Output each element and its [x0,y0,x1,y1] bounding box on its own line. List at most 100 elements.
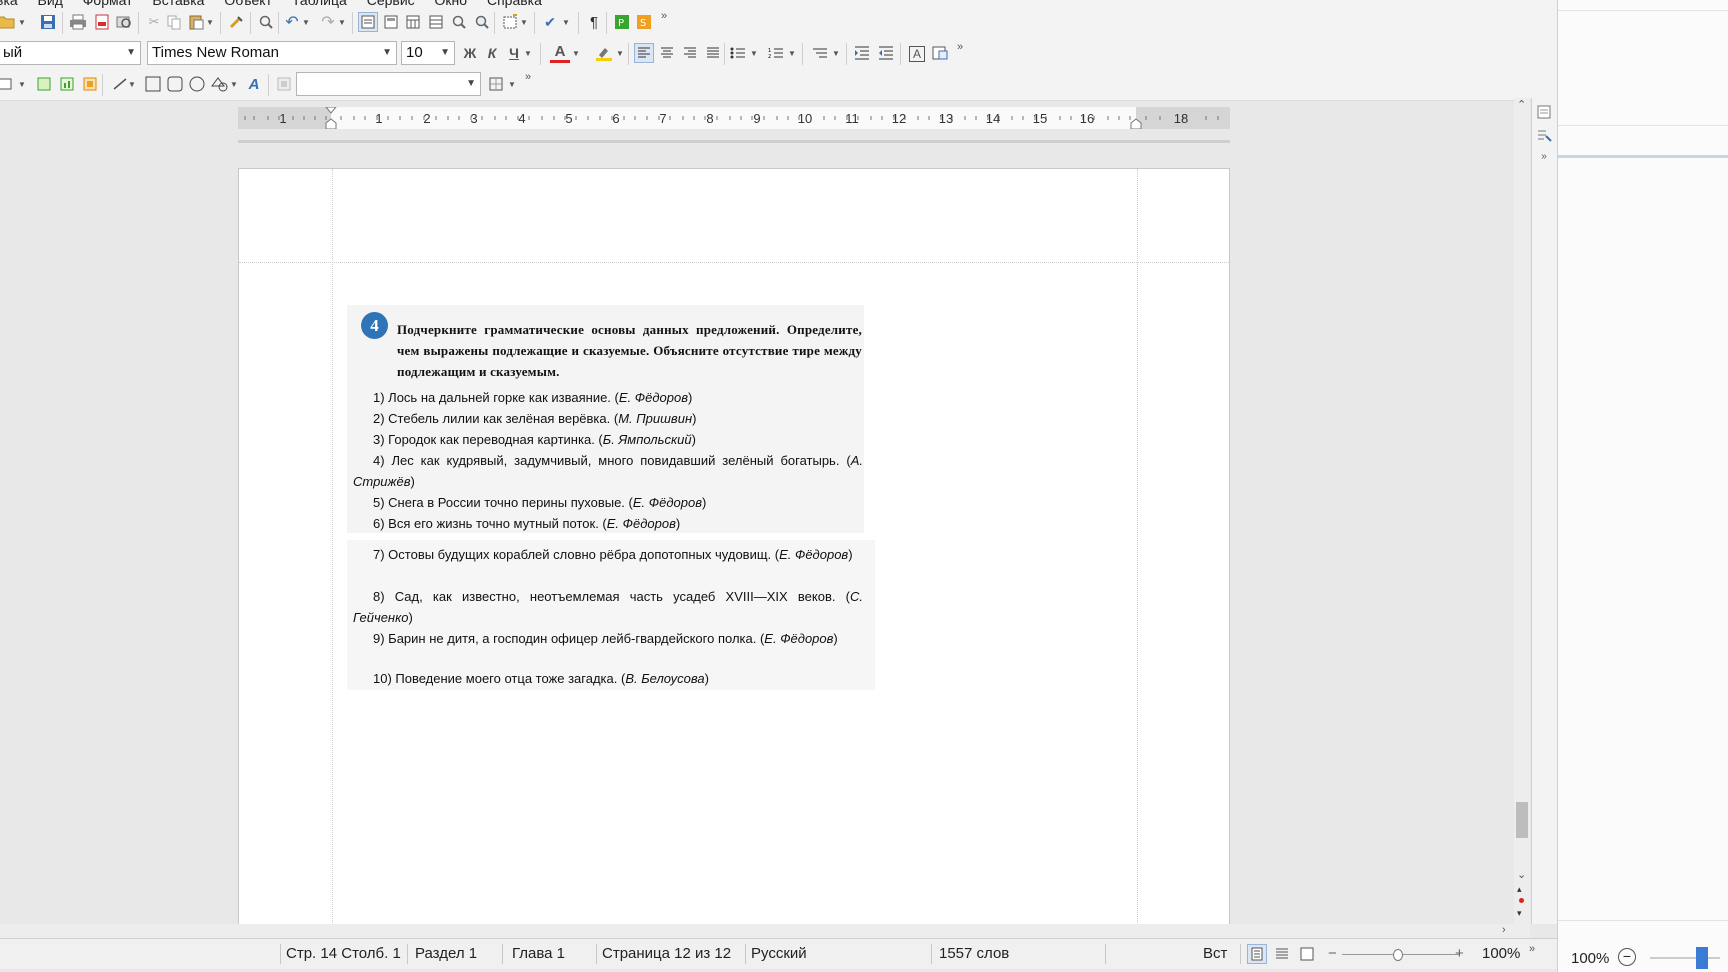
scanned-exercise-image-continued[interactable]: 7) Остовы будущих кораблей словно рёбра … [347,540,875,690]
clone-formatting-icon[interactable] [226,12,246,32]
decrease-indent-icon[interactable] [876,43,896,63]
save-icon[interactable] [38,12,58,32]
bold-button[interactable]: Ж [460,43,480,63]
highlight-icon[interactable] [594,43,614,63]
chapter-indicator[interactable]: Глава 1 [512,945,565,962]
multi-page-view-icon[interactable] [1272,944,1292,964]
insert-box-icon[interactable] [0,74,14,94]
cut-icon[interactable]: ✂ [144,12,164,32]
undo-dropdown-icon[interactable]: ▼ [302,12,310,32]
bullet-list-icon[interactable] [728,43,748,63]
font-color-dropdown-icon[interactable]: ▼ [572,43,580,63]
scroll-right-icon[interactable]: › [1502,924,1506,936]
horizontal-scrollbar[interactable]: › [0,924,1530,938]
redo-icon[interactable]: ↷ [318,12,338,32]
scrollbar-thumb[interactable] [1516,802,1528,838]
scroll-down-icon[interactable]: ⌄ [1517,868,1526,881]
rounded-rectangle-tool-icon[interactable] [165,74,185,94]
outline-dropdown-icon[interactable]: ▼ [832,43,840,63]
panel-zoom-out-icon[interactable]: − [1618,948,1636,966]
numbered-list-icon[interactable]: 12 [766,43,786,63]
paragraph-settings-icon[interactable] [930,43,950,63]
sidebar-overflow-icon[interactable]: » [1534,146,1554,166]
bullet-list-dropdown-icon[interactable]: ▼ [750,43,758,63]
export-pdf-icon[interactable] [92,12,112,32]
web-view-icon[interactable] [381,12,401,32]
line-tool-icon[interactable] [110,74,130,94]
insert-field-dropdown-icon[interactable]: ▼ [520,12,528,32]
previous-page-icon[interactable]: ▴ [1517,884,1522,895]
zoom-slider-thumb[interactable] [1393,949,1403,961]
scanned-exercise-image[interactable]: 4 Подчеркните грамматические основы данн… [347,305,864,533]
menu-item-window[interactable]: Окно [435,0,468,8]
formatting-marks-icon[interactable]: ¶ [584,12,604,32]
open-folder-icon[interactable] [0,12,16,32]
print-preview-icon[interactable] [114,12,134,32]
spellcheck-icon[interactable]: ✔ [540,12,560,32]
italic-button[interactable]: К [482,43,502,63]
toolbar-overflow-icon[interactable]: » [518,67,538,87]
navigator-icon[interactable] [426,12,446,32]
line-dropdown-icon[interactable]: ▼ [128,74,136,94]
menu-item-tools[interactable]: Сервис [367,0,415,8]
menu-item-help[interactable]: Справка [487,0,542,8]
insert-mode-indicator[interactable]: Вст [1203,945,1227,962]
toolbar-overflow-icon[interactable]: » [950,37,970,57]
single-page-view-icon[interactable] [1247,944,1267,964]
toolbar-overflow-icon[interactable]: » [654,6,674,26]
ellipse-tool-icon[interactable] [187,74,207,94]
word-count[interactable]: 1557 слов [939,945,1009,962]
cursor-position[interactable]: Стр. 14 Столб. 1 [286,945,401,962]
print-icon[interactable] [68,12,88,32]
paragraph-style-select[interactable]: ый ▼ [0,41,141,65]
character-frame-icon[interactable]: A [909,46,925,62]
open-dropdown-icon[interactable]: ▼ [18,12,26,32]
next-page-icon[interactable]: ▾ [1517,908,1522,919]
zoom-in-icon[interactable]: + [1455,945,1464,962]
align-justify-icon[interactable] [703,43,723,63]
panel-zoom-thumb[interactable] [1696,947,1708,969]
numbered-list-dropdown-icon[interactable]: ▼ [788,43,796,63]
extension-green-icon[interactable]: P [612,12,632,32]
spellcheck-dropdown-icon[interactable]: ▼ [562,12,570,32]
shapes-dropdown-icon[interactable]: ▼ [230,74,238,94]
highlight-dropdown-icon[interactable]: ▼ [616,43,624,63]
paste-dropdown-icon[interactable]: ▼ [206,12,214,32]
borders-dropdown-icon[interactable]: ▼ [508,74,516,94]
menu-item-object[interactable]: Объект [224,0,272,8]
find-replace-icon[interactable] [256,12,276,32]
zoom-icon[interactable] [449,12,469,32]
insert-frame-icon[interactable] [80,74,100,94]
font-name-select[interactable]: Times New Roman ▼ [147,41,397,65]
font-color-button[interactable]: A [550,43,570,63]
insert-chart-icon[interactable] [57,74,77,94]
zoom-page-icon[interactable] [472,12,492,32]
vertical-scrollbar[interactable]: ⌃ ⌄ ▴ ▾ [1514,98,1530,924]
font-size-select[interactable]: 10 ▼ [401,41,455,65]
print-layout-icon[interactable] [358,12,378,32]
anchor-icon[interactable] [274,74,294,94]
undo-icon[interactable]: ↶ [282,12,302,32]
section-indicator[interactable]: Раздел 1 [415,945,477,962]
align-center-icon[interactable] [657,43,677,63]
menu-item-insert[interactable]: Вставка [152,0,204,8]
language-indicator[interactable]: Русский [751,945,807,962]
shapes-tool-icon[interactable] [210,74,230,94]
underline-dropdown-icon[interactable]: ▼ [524,43,532,63]
fontwork-icon[interactable]: A [244,74,264,94]
object-name-select[interactable]: ▼ [296,72,481,96]
panel-zoom-track[interactable] [1650,957,1720,959]
properties-icon[interactable] [1534,102,1554,122]
menu-item-view[interactable]: Вид [38,0,63,8]
menu-item-edit[interactable]: вка [0,0,18,8]
insert-field-icon[interactable] [500,12,520,32]
paste-icon[interactable] [186,12,206,32]
menu-item-format[interactable]: Формат [83,0,133,8]
copy-icon[interactable] [164,12,184,32]
align-left-icon[interactable] [634,43,654,63]
insert-image-icon[interactable] [34,74,54,94]
book-view-icon[interactable] [1297,944,1317,964]
panel-zoom-level[interactable]: 100% [1571,950,1609,967]
zoom-level[interactable]: 100% [1482,945,1520,962]
extension-orange-icon[interactable]: S [634,12,654,32]
